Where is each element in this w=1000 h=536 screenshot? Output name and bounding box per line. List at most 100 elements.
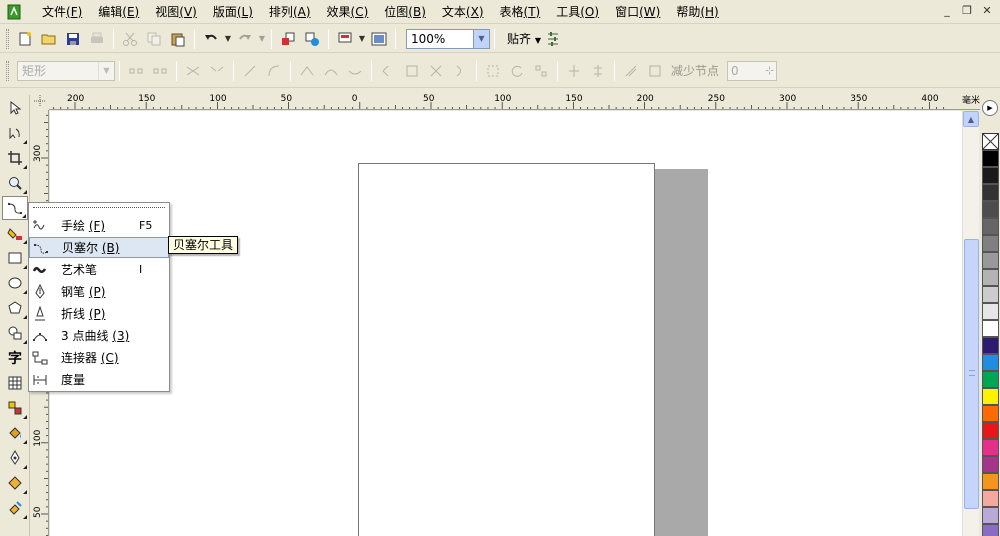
import-button[interactable] [277, 28, 299, 50]
flyout-item-pen[interactable]: 钢笔 (P) [29, 281, 169, 302]
auto-close-button[interactable] [449, 60, 471, 82]
no-color-swatch[interactable] [982, 133, 999, 150]
color-swatch[interactable] [982, 422, 999, 439]
copy-button[interactable] [143, 28, 165, 50]
flyout-grip[interactable] [33, 207, 165, 209]
delete-node-button[interactable] [149, 60, 171, 82]
tool-eyedropper[interactable] [2, 421, 28, 445]
stretch-nodes-button[interactable] [482, 60, 504, 82]
color-swatch[interactable] [982, 303, 999, 320]
tool-pick[interactable] [2, 96, 28, 120]
restore-button[interactable]: ❐ [958, 3, 976, 19]
color-swatch[interactable] [982, 371, 999, 388]
object-type-select[interactable]: 矩形 ▼ [17, 60, 115, 81]
save-button[interactable] [62, 28, 84, 50]
undo-dropdown-icon[interactable]: ▼ [223, 34, 233, 43]
color-swatch[interactable] [982, 150, 999, 167]
color-swatch[interactable] [982, 252, 999, 269]
join-nodes-button[interactable] [182, 60, 204, 82]
tool-interactive-fill[interactable] [2, 496, 28, 520]
tool-ellipse[interactable] [2, 271, 28, 295]
scroll-up-icon[interactable]: ▲ [963, 111, 979, 127]
color-swatch[interactable] [982, 337, 999, 354]
ruler-origin[interactable] [31, 92, 49, 110]
menu-file[interactable]: 文件(F) [34, 2, 90, 22]
minimize-button[interactable]: _ [938, 3, 956, 19]
tool-rectangle[interactable] [2, 246, 28, 270]
flyout-item-artistic-media[interactable]: 艺术笔 I [29, 259, 169, 280]
menu-window[interactable]: 窗口(W) [607, 2, 668, 22]
horizontal-reflect-button[interactable] [563, 60, 585, 82]
print-button[interactable] [86, 28, 108, 50]
color-swatch[interactable] [982, 507, 999, 524]
cut-button[interactable] [119, 28, 141, 50]
scrollbar-thumb[interactable] [964, 239, 979, 509]
flyout-item-three-point-curve[interactable]: 3 点曲线 (3) [29, 325, 169, 346]
color-swatch[interactable] [982, 439, 999, 456]
tool-fill[interactable] [2, 471, 28, 495]
color-swatch[interactable] [982, 235, 999, 252]
document-page[interactable] [358, 163, 655, 536]
tool-curve[interactable] [2, 196, 28, 220]
color-swatch[interactable] [982, 473, 999, 490]
menu-table[interactable]: 表格(T) [492, 2, 549, 22]
color-swatch[interactable] [982, 269, 999, 286]
drawing-canvas[interactable] [50, 111, 962, 536]
extend-curve-button[interactable] [401, 60, 423, 82]
export-button[interactable] [301, 28, 323, 50]
color-swatch[interactable] [982, 218, 999, 235]
color-swatch[interactable] [982, 354, 999, 371]
tool-interactive-blend[interactable] [2, 396, 28, 420]
toolbar-grip[interactable] [6, 28, 9, 49]
menu-view[interactable]: 视图(V) [147, 2, 205, 22]
color-swatch[interactable] [982, 490, 999, 507]
options-button[interactable] [542, 28, 564, 50]
color-swatch[interactable] [982, 184, 999, 201]
vertical-scrollbar[interactable]: ▲ [962, 111, 979, 536]
color-swatch[interactable] [982, 388, 999, 405]
flyout-item-freehand[interactable]: 手绘 (F) F5 [29, 215, 169, 236]
menu-tools[interactable]: 工具(O) [548, 2, 607, 22]
tool-outline[interactable] [2, 446, 28, 470]
redo-dropdown-icon[interactable]: ▼ [257, 34, 267, 43]
zoom-level-select[interactable]: 100% ▼ [406, 28, 490, 49]
tool-zoom[interactable] [2, 171, 28, 195]
launcher-dropdown-icon[interactable]: ▼ [357, 34, 367, 43]
menu-edit[interactable]: 编辑(E) [90, 2, 147, 22]
add-node-button[interactable] [125, 60, 147, 82]
color-swatch[interactable] [982, 320, 999, 337]
tool-text[interactable]: 字 [2, 346, 28, 370]
select-all-nodes-button[interactable] [644, 60, 666, 82]
reverse-direction-button[interactable] [377, 60, 399, 82]
rotate-nodes-button[interactable] [506, 60, 528, 82]
tool-basic-shapes[interactable] [2, 321, 28, 345]
color-swatch[interactable] [982, 405, 999, 422]
flyout-item-polyline[interactable]: 折线 (P) [29, 303, 169, 324]
chevron-down-icon[interactable]: ▼ [98, 61, 114, 80]
flyout-item-dimension[interactable]: 度量 [29, 369, 169, 390]
toolbar-grip[interactable] [6, 60, 9, 81]
align-nodes-button[interactable] [530, 60, 552, 82]
curve-smoothness-input[interactable]: 0 ⊹ [727, 60, 778, 81]
menu-text[interactable]: 文本(X) [434, 2, 492, 22]
elastic-mode-button[interactable] [620, 60, 642, 82]
flyout-item-connector[interactable]: 连接器 (C) [29, 347, 169, 368]
vertical-reflect-button[interactable] [587, 60, 609, 82]
horizontal-ruler[interactable]: 200 150 100 50 0 50 100 150 200 250 300 350 400 毫米 [49, 92, 980, 110]
app-logo-icon[interactable] [4, 2, 24, 22]
close-button[interactable]: ✕ [978, 3, 996, 19]
flyout-item-bezier[interactable]: 贝塞尔 (B) [29, 237, 169, 258]
new-document-button[interactable] [14, 28, 36, 50]
color-swatch[interactable] [982, 201, 999, 218]
symmetric-node-button[interactable] [344, 60, 366, 82]
open-button[interactable] [38, 28, 60, 50]
paste-button[interactable] [167, 28, 189, 50]
tool-polygon[interactable] [2, 296, 28, 320]
break-curve-button[interactable] [206, 60, 228, 82]
menu-bitmaps[interactable]: 位图(B) [376, 2, 434, 22]
redo-button[interactable] [234, 28, 256, 50]
tool-smart-fill[interactable] [2, 221, 28, 245]
tool-crop[interactable] [2, 146, 28, 170]
menu-arrange[interactable]: 排列(A) [261, 2, 319, 22]
color-swatch[interactable] [982, 456, 999, 473]
